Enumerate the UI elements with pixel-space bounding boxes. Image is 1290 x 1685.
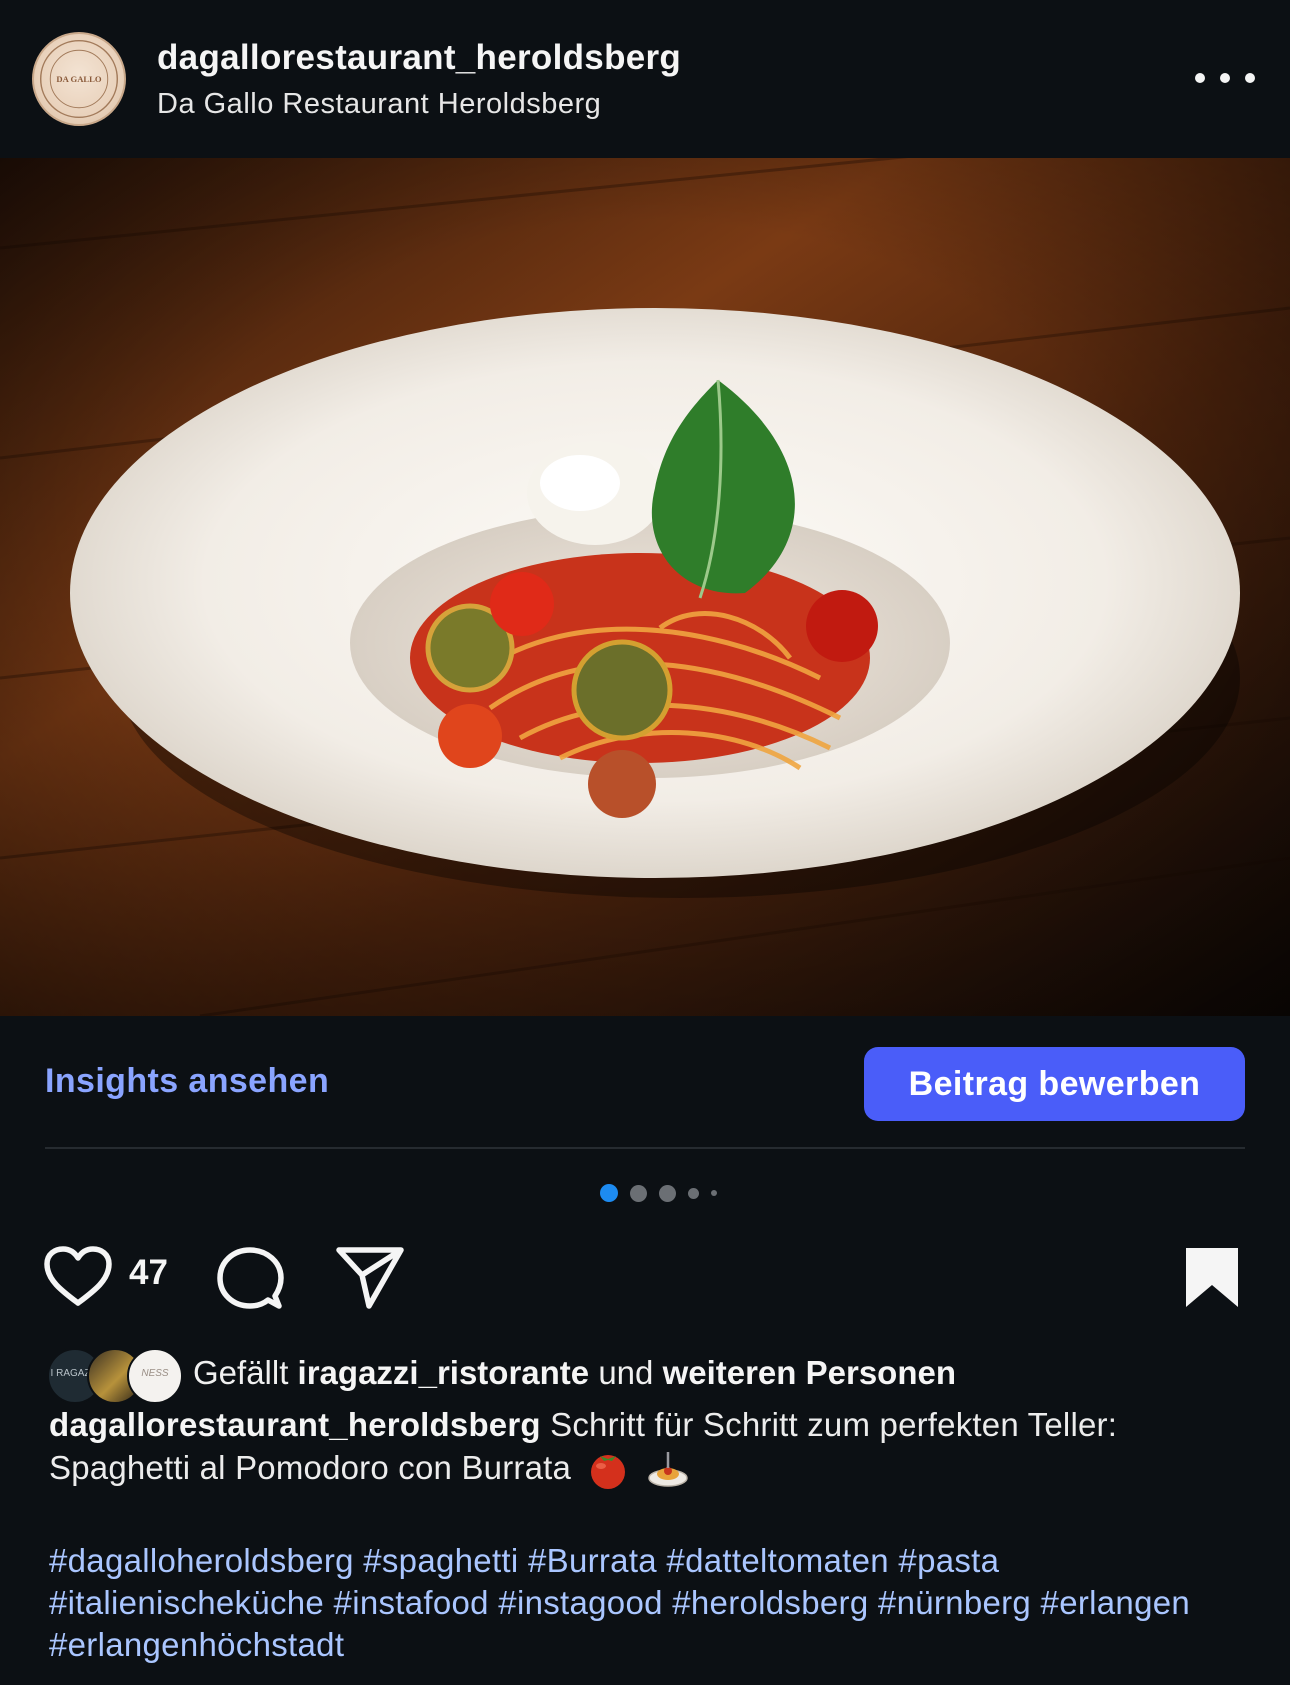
spaghetti-burrata-photo xyxy=(0,158,1290,1016)
divider xyxy=(45,1147,1245,1149)
post-display-name[interactable]: Da Gallo Restaurant Heroldsberg xyxy=(157,88,601,121)
carousel-dot-5 xyxy=(711,1190,717,1196)
post-image[interactable] xyxy=(0,158,1290,1016)
liked-by-avatars[interactable]: I RAGAZZI NESS xyxy=(47,1348,183,1404)
heart-icon[interactable] xyxy=(42,1245,114,1309)
liker-username[interactable]: iragazzi_ristorante xyxy=(298,1354,590,1391)
likes-others[interactable]: weiteren Personen xyxy=(663,1354,956,1391)
comment-icon[interactable] xyxy=(216,1245,284,1311)
carousel-dot-1 xyxy=(600,1184,618,1202)
liked-by-text[interactable]: Gefällt iragazzi_ristorante und weiteren… xyxy=(193,1354,956,1392)
tomato-emoji xyxy=(591,1455,626,1490)
promote-post-button[interactable]: Beitrag bewerben xyxy=(864,1047,1245,1121)
carousel-indicator xyxy=(600,1183,717,1203)
carousel-dot-3 xyxy=(659,1184,676,1202)
post-header: DA GALLO dagallorestaurant_heroldsberg D… xyxy=(0,0,1290,158)
carousel-dot-2 xyxy=(630,1184,647,1202)
profile-avatar[interactable]: DA GALLO xyxy=(32,32,126,126)
insights-link[interactable]: Insights ansehen xyxy=(45,1062,329,1101)
da-gallo-logo-icon: DA GALLO xyxy=(39,39,119,119)
caption-username[interactable]: dagallorestaurant_heroldsberg xyxy=(49,1406,541,1443)
spaghetti-emoji xyxy=(648,1452,688,1488)
bookmark-icon[interactable] xyxy=(1183,1245,1241,1311)
svg-text:DA GALLO: DA GALLO xyxy=(56,74,102,84)
more-options-icon[interactable] xyxy=(1195,60,1255,96)
send-icon[interactable] xyxy=(335,1245,405,1311)
like-count[interactable]: 47 xyxy=(129,1253,168,1293)
carousel-dot-4 xyxy=(688,1187,699,1199)
post-caption: dagallorestaurant_heroldsberg Schritt fü… xyxy=(49,1403,1249,1490)
liker-avatar-3: NESS xyxy=(127,1348,183,1404)
likes-middle: und xyxy=(598,1354,654,1391)
post-username[interactable]: dagallorestaurant_heroldsberg xyxy=(157,38,681,78)
likes-prefix: Gefällt xyxy=(193,1354,289,1391)
caption-hashtags[interactable]: #dagalloheroldsberg #spaghetti #Burrata … xyxy=(49,1540,1259,1666)
